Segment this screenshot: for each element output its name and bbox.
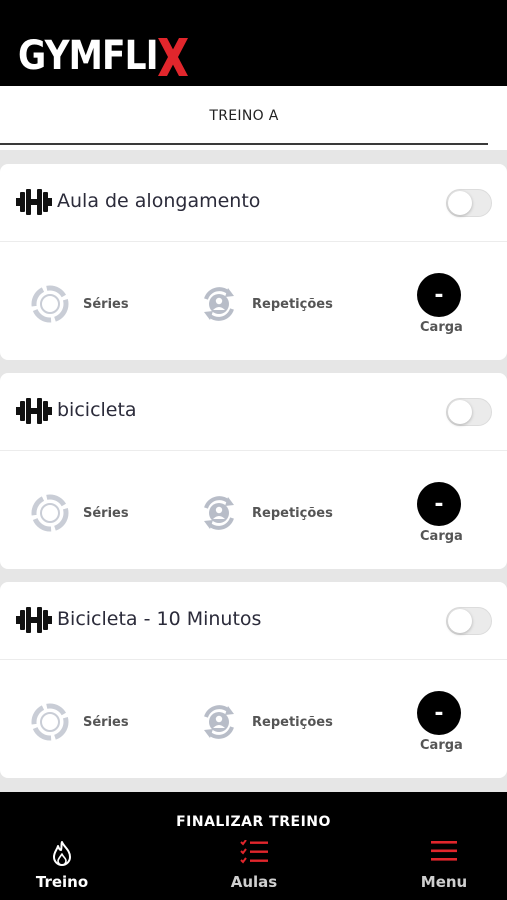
- carga-button[interactable]: -: [417, 482, 461, 526]
- repetitions-label: Repetições: [252, 506, 333, 521]
- exercise-card-header: Aula de alongamento: [0, 164, 507, 242]
- finish-workout-button[interactable]: FINALIZAR TREINO: [0, 792, 507, 828]
- exercise-card-header: bicicleta: [0, 373, 507, 451]
- repetitions-label: Repetições: [252, 297, 333, 312]
- nav-label-aulas: Aulas: [230, 873, 278, 891]
- app-header: GYMFLI: [0, 0, 507, 86]
- nav-item-aulas[interactable]: Aulas: [189, 828, 319, 900]
- series-label: Séries: [83, 715, 129, 730]
- exercise-done-toggle[interactable]: [446, 607, 492, 635]
- exercise-title: Aula de alongamento: [57, 190, 261, 212]
- repetitions-icon: [204, 705, 234, 739]
- repetitions-icon: [204, 287, 234, 321]
- nav-item-menu[interactable]: Menu: [379, 828, 507, 900]
- exercise-card: Aula de alongamento Séries Repetições - …: [0, 164, 507, 360]
- logo-x-mark-icon: [158, 38, 188, 76]
- flame-icon: [53, 841, 71, 866]
- carga-label: Carga: [420, 529, 463, 544]
- exercise-done-toggle[interactable]: [446, 189, 492, 217]
- logo-text: GYMFLI: [18, 33, 159, 79]
- carga-label: Carga: [420, 738, 463, 753]
- hamburger-menu-icon: [431, 841, 457, 861]
- gymflix-logo[interactable]: GYMFLI: [18, 33, 188, 79]
- nav-label-menu: Menu: [420, 873, 468, 891]
- toggle-knob: [448, 400, 472, 424]
- series-icon: [31, 494, 69, 532]
- exercise-card: bicicleta Séries Repetições - Carga: [0, 373, 507, 569]
- nav-item-treino[interactable]: Treino: [0, 828, 127, 900]
- exercise-done-toggle[interactable]: [446, 398, 492, 426]
- finish-workout-label: FINALIZAR TREINO: [176, 814, 331, 828]
- series-label: Séries: [83, 506, 129, 521]
- nav-label-treino: Treino: [35, 873, 89, 891]
- exercise-card: Bicicleta - 10 Minutos Séries Repetições…: [0, 582, 507, 778]
- exercise-title: Bicicleta - 10 Minutos: [57, 608, 262, 630]
- exercise-title: bicicleta: [57, 399, 137, 421]
- workout-tabbar: TREINO A: [0, 86, 507, 150]
- carga-label: Carga: [420, 320, 463, 335]
- toggle-knob: [448, 191, 472, 215]
- toggle-knob: [448, 609, 472, 633]
- tab-treino-a[interactable]: TREINO A: [0, 86, 488, 145]
- carga-button[interactable]: -: [417, 273, 461, 317]
- active-tab-indicator: [0, 143, 488, 145]
- repetitions-label: Repetições: [252, 715, 333, 730]
- bottom-navigation: Treino Aulas Menu: [0, 828, 507, 900]
- carga-button[interactable]: -: [417, 691, 461, 735]
- series-label: Séries: [83, 297, 129, 312]
- dumbbell-icon: [16, 189, 52, 215]
- exercise-card-header: Bicicleta - 10 Minutos: [0, 582, 507, 660]
- repetitions-icon: [204, 496, 234, 530]
- dumbbell-icon: [16, 607, 52, 633]
- series-icon: [31, 703, 69, 741]
- dumbbell-icon: [16, 398, 52, 424]
- series-icon: [31, 285, 69, 323]
- checklist-icon: [240, 840, 268, 864]
